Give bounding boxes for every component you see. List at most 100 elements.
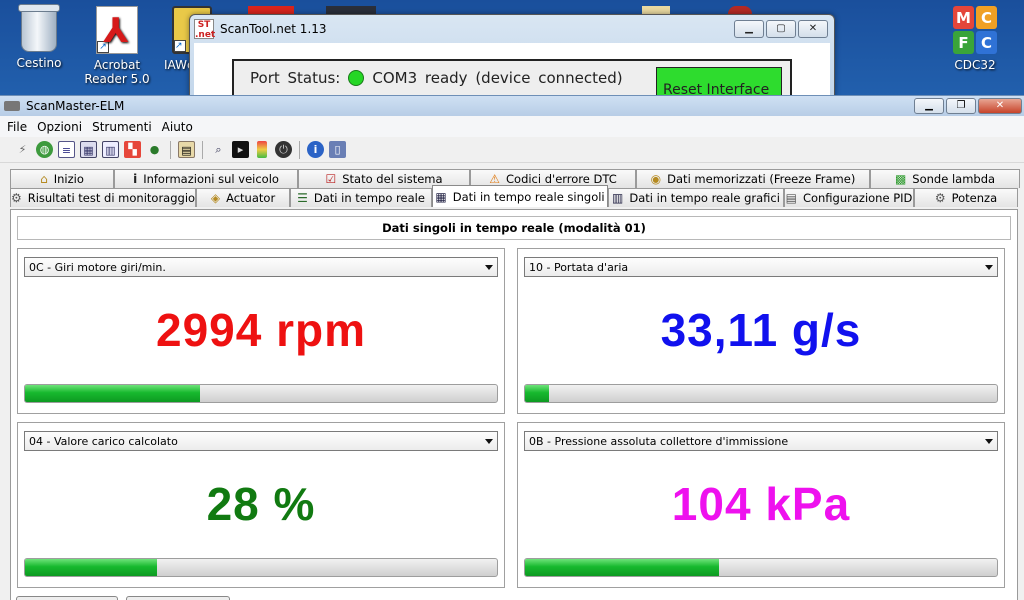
port-status-text: COM3 ready (device connected): [372, 69, 623, 87]
pid-select-value: 0B - Pressione assoluta collettore d'imm…: [529, 434, 789, 448]
minimize-button[interactable]: ▁: [734, 20, 764, 38]
tab-label: Dati in tempo reale: [313, 191, 425, 205]
menu-bar: File Opzioni Strumenti Aiuto: [0, 116, 1024, 137]
info-icon[interactable]: i: [307, 141, 324, 158]
cdc32-letter: M: [953, 6, 974, 29]
battery-icon[interactable]: [257, 141, 267, 158]
document-icon[interactable]: ≡: [58, 141, 75, 158]
search-icon[interactable]: ⌕: [210, 141, 227, 158]
port-status-label: Port Status:: [250, 69, 341, 87]
pid-select[interactable]: 04 - Valore carico calcolato: [24, 431, 498, 451]
desktop-icon-recycle-bin[interactable]: Cestino: [2, 4, 76, 70]
tab-label: Risultati test di monitoraggio: [27, 191, 196, 205]
info-icon: i: [133, 172, 138, 186]
bottom-button[interactable]: [16, 596, 118, 600]
pid-select[interactable]: 0B - Pressione assoluta collettore d'imm…: [524, 431, 998, 451]
pid-level-bar: [24, 384, 498, 403]
tab-risultati-test[interactable]: ⚙ Risultati test di monitoraggio: [10, 188, 196, 207]
scantool-titlebar[interactable]: ST .net ScanTool.net 1.13 ▁ ▢ ✕: [190, 15, 834, 43]
car-icon: [4, 101, 20, 111]
lambda-sensor-icon: ▩: [894, 172, 907, 186]
pid-select-value: 04 - Valore carico calcolato: [29, 434, 178, 448]
tab-informazioni-veicolo[interactable]: i Informazioni sul veicolo: [114, 169, 298, 188]
close-button[interactable]: ✕: [798, 20, 828, 38]
menu-opzioni[interactable]: Opzioni: [32, 118, 87, 136]
chart-icon[interactable]: ▥: [102, 141, 119, 158]
close-button[interactable]: ✕: [978, 98, 1022, 114]
tab-configurazione-pid[interactable]: ▤ Configurazione PID: [784, 188, 914, 207]
desktop-icon-label: Acrobat Reader 5.0: [84, 58, 150, 86]
checklist-icon: ☑: [325, 172, 337, 186]
chart-icon: ▥: [612, 191, 624, 205]
tab-label: Dati in tempo reale singoli: [452, 189, 605, 204]
house-icon: ⌂: [40, 172, 48, 186]
minimize-button[interactable]: ▁: [914, 98, 944, 114]
cdc32-icon: M C F C: [953, 6, 997, 54]
pid-value: 28 %: [206, 478, 316, 530]
chevron-down-icon: [985, 439, 993, 444]
pid-select[interactable]: 10 - Portata d'aria: [524, 257, 998, 277]
menu-file[interactable]: File: [2, 118, 32, 136]
bottom-button[interactable]: [126, 596, 230, 600]
pid-select[interactable]: 0C - Giri motore giri/min.: [24, 257, 498, 277]
tab-actuator[interactable]: ◈ Actuator: [196, 188, 290, 207]
pid-level-fill: [525, 385, 549, 402]
snapshot-icon: ◉: [650, 172, 662, 186]
tab-freeze-frame[interactable]: ◉ Dati memorizzati (Freeze Frame): [636, 169, 870, 188]
connect-icon[interactable]: ⚡: [14, 141, 31, 158]
tab-inizio[interactable]: ⌂ Inizio: [10, 169, 114, 188]
config-icon: ▤: [785, 191, 797, 205]
pid-value: 104 kPa: [671, 478, 851, 530]
pid-panel: 10 - Portata d'aria 33,11 g/s: [517, 248, 1005, 414]
tab-dati-tempo-reale-singoli[interactable]: ▦ Dati in tempo reale singoli: [432, 185, 608, 207]
grid-icon: ▦: [435, 189, 447, 204]
traffic-light-icon[interactable]: ●: [146, 141, 163, 158]
pid-panel: 04 - Valore carico calcolato 28 %: [17, 422, 505, 588]
tab-sonde-lambda[interactable]: ▩ Sonde lambda: [870, 169, 1020, 188]
desktop-icon-acrobat[interactable]: ↗ Acrobat Reader 5.0: [80, 6, 154, 86]
power-icon[interactable]: ⏻: [275, 141, 292, 158]
acrobat-reader-icon: ↗: [96, 6, 138, 54]
status-led-icon: [348, 70, 365, 86]
tab-label: Inizio: [53, 172, 84, 186]
scantool-window: ST .net ScanTool.net 1.13 ▁ ▢ ✕ Port Sta…: [189, 14, 835, 119]
gear-icon: ⚙: [10, 191, 22, 205]
menu-strumenti[interactable]: Strumenti: [87, 118, 157, 136]
exit-icon[interactable]: ▯: [329, 141, 346, 158]
actuator-icon: ◈: [210, 191, 221, 205]
section-heading: Dati singoli in tempo reale (modalità 01…: [17, 216, 1011, 240]
globe-icon[interactable]: ◍: [36, 141, 53, 158]
pid-panel: 0C - Giri motore giri/min. 2994 rpm: [17, 248, 505, 414]
tab-label: Dati in tempo reale grafici: [629, 191, 780, 205]
tab-dati-tempo-reale-grafici[interactable]: ▥ Dati in tempo reale grafici: [608, 188, 784, 207]
tab-label: Potenza: [951, 191, 998, 205]
desktop-icon-label: CDC32: [954, 58, 996, 72]
tab-label: Dati memorizzati (Freeze Frame): [667, 172, 856, 186]
pid-select-value: 10 - Portata d'aria: [529, 260, 629, 274]
chevron-down-icon: [985, 265, 993, 270]
clipboard-icon[interactable]: ▤: [178, 141, 195, 158]
recycle-bin-icon: [18, 4, 60, 52]
terminal-icon[interactable]: ▸: [232, 141, 249, 158]
maximize-button[interactable]: ❐: [946, 98, 976, 114]
freeze-frame-icon[interactable]: ▚: [124, 141, 141, 158]
tab-label: Informazioni sul veicolo: [143, 172, 279, 186]
tab-label: Sonde lambda: [912, 172, 996, 186]
tab-potenza[interactable]: ⚙ Potenza: [914, 188, 1018, 207]
list-icon: ☰: [297, 191, 308, 205]
desktop-icon-cdc32[interactable]: M C F C CDC32: [938, 6, 1012, 72]
pid-panel: 0B - Pressione assoluta collettore d'imm…: [517, 422, 1005, 588]
chevron-down-icon: [485, 265, 493, 270]
maximize-button[interactable]: ▢: [766, 20, 796, 38]
pid-level-bar: [24, 558, 498, 577]
app-title: ScanMaster-ELM: [26, 99, 125, 113]
engine-icon: ⚙: [934, 191, 946, 205]
tab-dati-tempo-reale[interactable]: ☰ Dati in tempo reale: [290, 188, 432, 207]
grid-icon[interactable]: ▦: [80, 141, 97, 158]
toolbar: ⚡ ◍ ≡ ▦ ▥ ▚ ● ▤ ⌕ ▸ ⏻ i ▯: [0, 137, 1024, 163]
tab-label: Stato del sistema: [342, 172, 443, 186]
scanmaster-titlebar[interactable]: ScanMaster-ELM ▁ ❐ ✕: [0, 96, 1024, 116]
menu-aiuto[interactable]: Aiuto: [157, 118, 198, 136]
pid-value: 2994 rpm: [155, 304, 366, 356]
toolbar-separator: [170, 140, 171, 159]
